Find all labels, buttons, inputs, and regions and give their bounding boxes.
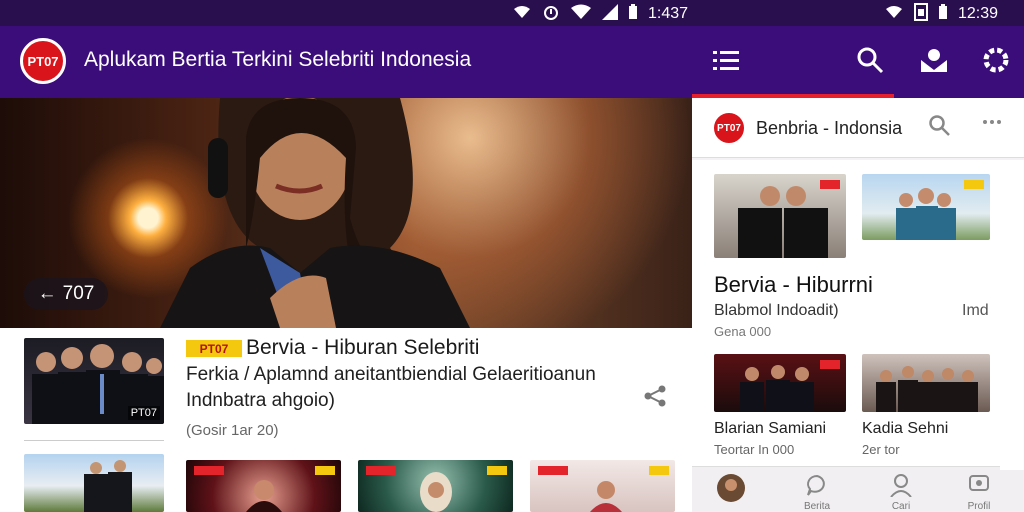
bottom-nav: Berita Cari Profil [692,466,1024,512]
signal-bars-icon [602,4,618,24]
more-options-icon[interactable] [982,110,1002,140]
status-bar: 1:437 12:39 [0,0,1024,26]
arrow-left-icon: ← [37,283,57,304]
right-panel: PT07 Benbria - Indonsia Bervia - Hiburrn… [692,98,1024,512]
channel-name: Benbria - Indonsia [756,118,903,138]
article-meta: (Gosir 1ar 20) [186,422,279,439]
signal-icon [570,4,592,24]
article-thumbnail[interactable] [530,460,675,512]
profile-icon [967,475,991,502]
nav-label: Berita [803,501,831,512]
article-description: Ferkia / Aplamnd aneitantbiendial Gelaer… [186,364,596,411]
avatar [717,474,745,502]
panel-feed: Bervia - Hiburrni Blabmol Indoadit) Imd … [692,160,1024,466]
thumbnail-badge [649,466,669,475]
nav-label: Profil [967,501,991,512]
presenter-photo [160,98,470,328]
thumbnail-badge [366,466,396,475]
card-title[interactable]: Blarian Samiani [714,420,826,438]
status-icons-right: 12:39 [884,3,998,25]
divider [24,440,164,441]
chat-icon [805,474,829,502]
sim-icon [914,3,928,25]
wifi-icon [512,4,532,24]
outdoor-photo [84,460,132,512]
settings-icon[interactable] [978,42,1014,78]
back-badge[interactable]: ← 707 [24,278,108,310]
card-meta: 2er tor [862,442,900,457]
article-badge: PT07 [186,340,242,357]
nav-label: Cari [891,501,911,512]
library-icon[interactable] [916,42,952,78]
feed-thumbnail[interactable] [714,174,846,258]
share-icon[interactable] [642,384,668,414]
crowd-photo [876,366,978,412]
thumbnail-badge [820,360,840,369]
article-thumbnail[interactable] [358,460,513,512]
thumbnail-tag: PT07 [127,406,160,420]
search-icon[interactable] [852,42,888,78]
alarm-icon [542,3,560,25]
app-screen: 1:437 12:39 PT07 Aplukam Bertia Terkini … [0,0,1024,512]
person-icon [889,474,913,502]
nav-item-profil[interactable]: Profil [954,473,1004,512]
hero-badge-text: 707 [62,283,95,304]
feed-thumbnail[interactable] [714,354,846,412]
search-icon[interactable] [928,114,950,142]
article-thumbnail[interactable]: PT07 [24,338,164,424]
app-title: Aplukam Bertia Terkini Selebriti Indones… [84,48,472,71]
thumbnail-badge [315,466,335,475]
feed-thumbnail[interactable] [862,174,990,240]
thumbnail-badge [487,466,507,475]
feed-thumbnail[interactable] [862,354,990,412]
featured-subtitle: Blabmol Indoadit) [714,302,839,319]
article-thumbnail[interactable] [24,454,164,512]
featured-title[interactable]: Bervia - Hiburrni [714,272,873,298]
status-time-right: 12:39 [958,5,999,22]
card-title[interactable]: Kadia Sehni [862,420,948,438]
wifi-icon [884,4,904,24]
hero-image[interactable]: ← 707 [0,98,692,328]
status-time-left: 1:437 [648,5,689,22]
nav-item-home[interactable] [706,473,756,509]
thumbnail-badge [964,180,984,189]
toolbar [692,26,1024,98]
thumbnail-badge [820,180,840,189]
app-bar: PT07 Aplukam Bertia Terkini Selebriti In… [0,26,692,98]
card-meta: Teortar In 000 [714,442,795,457]
article-thumbnail[interactable] [186,460,341,512]
status-icons-left: 1:437 [512,3,688,25]
app-logo[interactable]: PT07 [20,38,66,84]
battery-icon [938,4,948,24]
featured-side-label: Imd [962,302,989,319]
menu-icon[interactable] [708,42,744,78]
nav-item-cari[interactable]: Cari [876,473,926,512]
nav-item-berita[interactable]: Berita [792,473,842,512]
battery-icon [628,4,638,24]
featured-meta: Gena 000 [714,324,772,339]
thumbnail-badge [194,466,224,475]
article-list: PT07 PT07 Bervia - Hiburan Selebriti Fer… [0,328,692,512]
panel-header: PT07 Benbria - Indonsia [692,98,1024,158]
partial-card-edge [1000,170,1024,470]
channel-logo[interactable]: PT07 [712,111,746,145]
article-title[interactable]: Bervia - Hiburan Selebriti [246,336,479,360]
thumbnail-badge [538,466,568,475]
